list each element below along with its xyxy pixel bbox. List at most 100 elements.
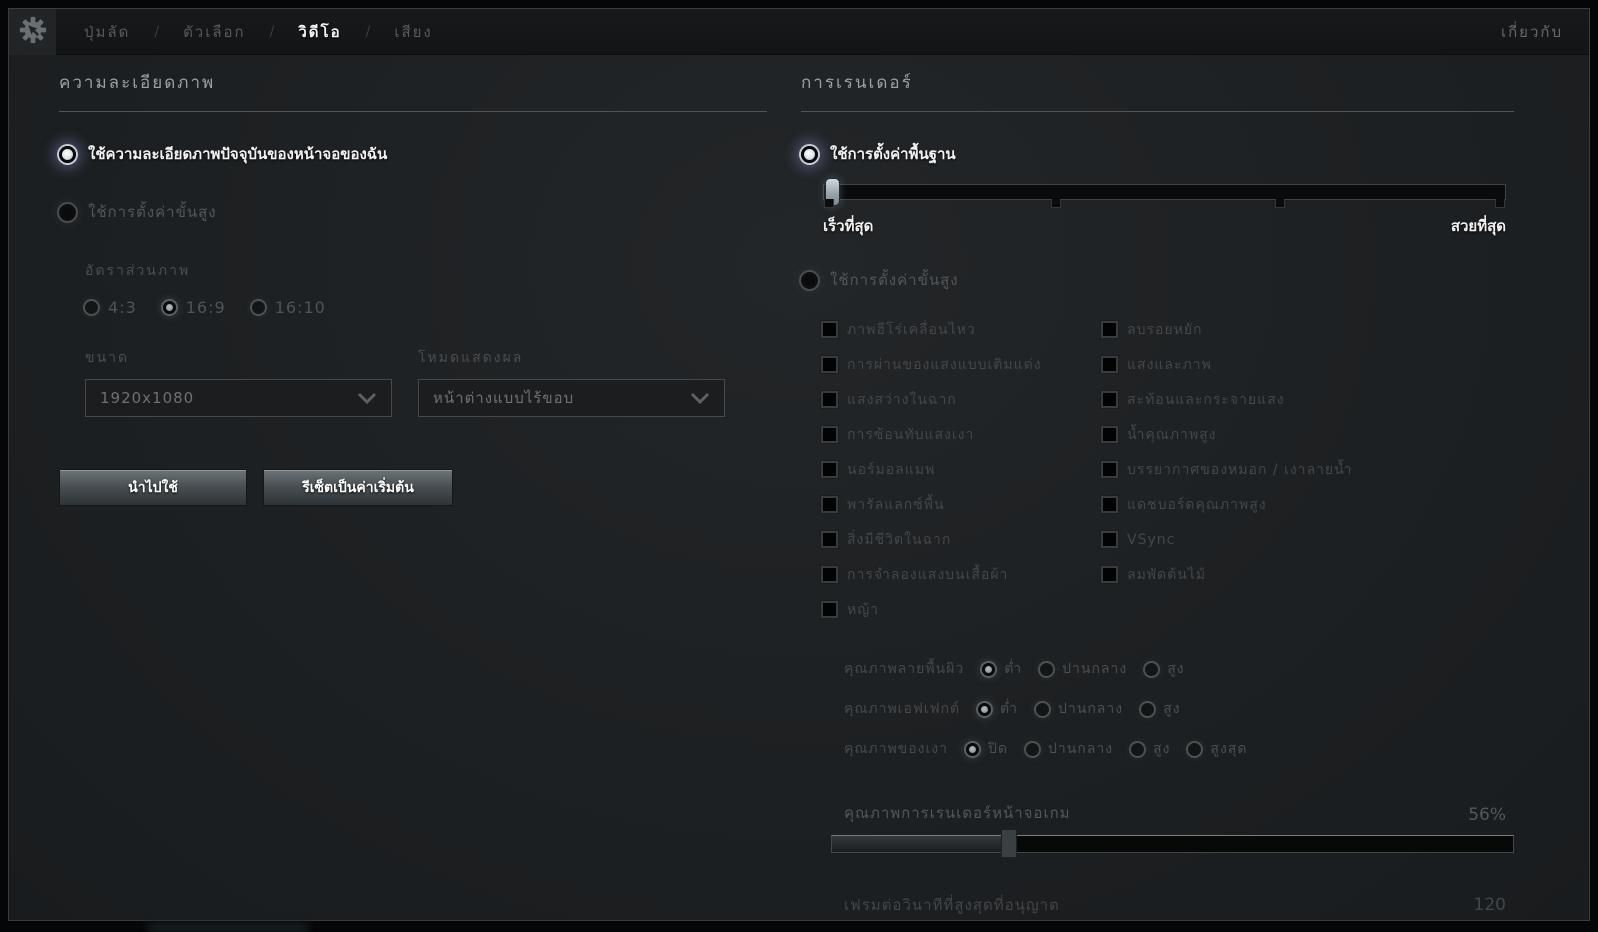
use-advanced-rendering-radio-row[interactable]: ใช้การตั้งค่าขั้นสูง bbox=[801, 268, 1514, 292]
aspect-option[interactable]: 16:9 bbox=[162, 298, 226, 317]
advanced-options-grid: ภาพฮีโร่เคลื่อนไหว การผ่านของแสงแบบเติมแต… bbox=[821, 312, 1514, 627]
radio-unselected-icon[interactable] bbox=[801, 271, 818, 289]
reset-defaults-button[interactable]: รีเซ็ตเป็นค่าเริ่มต้น bbox=[263, 469, 453, 506]
checkbox-unchecked-icon[interactable] bbox=[1101, 321, 1118, 338]
use-advanced-resolution-radio-row[interactable]: ใช้การตั้งค่าขั้นสูง bbox=[59, 200, 767, 224]
advanced-option-row[interactable]: พารัลแลกซ์พื้น bbox=[821, 487, 1101, 522]
render-quality-value: 56% bbox=[1468, 805, 1506, 825]
aspect-option[interactable]: 4:3 bbox=[85, 298, 137, 317]
quality-option[interactable]: ปิด bbox=[965, 738, 1008, 760]
radio-unselected-icon[interactable] bbox=[1036, 702, 1049, 716]
render-quality-slider-handle[interactable] bbox=[1001, 829, 1018, 858]
apply-button[interactable]: นำไปใช้ bbox=[59, 469, 247, 506]
gear-cursor-icon bbox=[18, 15, 48, 49]
advanced-option-row[interactable]: การซ้อนทับแสงเงา bbox=[821, 417, 1101, 452]
fastest-label: เร็วที่สุด bbox=[823, 217, 874, 235]
quality-option[interactable]: สูง bbox=[1131, 738, 1170, 760]
quality-option[interactable]: สูงสุด bbox=[1188, 738, 1247, 760]
checkbox-unchecked-icon[interactable] bbox=[1101, 426, 1118, 443]
radio-unselected-icon[interactable] bbox=[1188, 742, 1202, 756]
display-mode-dropdown-value: หน้าต่างแบบไร้ขอบ bbox=[433, 389, 575, 407]
quality-option[interactable]: ต่ำ bbox=[978, 698, 1018, 720]
tab-4[interactable]: เสียง bbox=[394, 20, 432, 44]
aspect-option[interactable]: 16:10 bbox=[251, 298, 326, 317]
radio-unselected-icon[interactable] bbox=[1025, 742, 1039, 756]
checkbox-unchecked-icon[interactable] bbox=[1101, 566, 1118, 583]
radio-unselected-icon[interactable] bbox=[1131, 742, 1145, 756]
resolution-dropdown-row: ขนาด 1920x1080 โหมดแสดงผล หน้าต่างแบบไร้… bbox=[85, 347, 767, 417]
tab-2[interactable]: ตัวเลือก bbox=[183, 20, 246, 44]
advanced-option-row[interactable]: VSync bbox=[1101, 522, 1353, 557]
radio-unselected-icon[interactable] bbox=[59, 203, 76, 221]
use-current-resolution-radio-row[interactable]: ใช้ความละเอียดภาพปัจจุบันของหน้าจอของฉัน bbox=[59, 142, 767, 166]
quality-speed-slider[interactable] bbox=[823, 178, 1506, 208]
about-link[interactable]: เกี่ยวกับ bbox=[1501, 20, 1563, 44]
quality-option[interactable]: ต่ำ bbox=[982, 658, 1022, 680]
checkbox-unchecked-icon[interactable] bbox=[821, 531, 838, 548]
tab-1[interactable]: ปุ่มลัด bbox=[84, 20, 130, 44]
advanced-option-label: พารัลแลกซ์พื้น bbox=[847, 496, 945, 513]
advanced-option-row[interactable]: หญ้า bbox=[821, 592, 1101, 627]
advanced-option-row[interactable]: สะท้อนและกระจายแสง bbox=[1101, 382, 1353, 417]
quality-row-label: คุณภาพของเงา bbox=[844, 741, 948, 757]
radio-selected-icon[interactable] bbox=[162, 301, 176, 314]
tab-3[interactable]: วิดีโอ bbox=[298, 20, 341, 44]
radio-unselected-icon[interactable] bbox=[1141, 702, 1155, 716]
checkbox-unchecked-icon[interactable] bbox=[1101, 461, 1118, 478]
checkbox-unchecked-icon[interactable] bbox=[1101, 356, 1118, 373]
checkbox-unchecked-icon[interactable] bbox=[821, 461, 838, 478]
advanced-option-row[interactable]: น้ำคุณภาพสูง bbox=[1101, 417, 1353, 452]
checkbox-unchecked-icon[interactable] bbox=[1101, 391, 1118, 408]
advanced-option-label: VSync bbox=[1127, 531, 1176, 548]
advanced-option-label: ลมพัดต้นไม้ bbox=[1127, 566, 1207, 583]
radio-selected-icon[interactable] bbox=[982, 662, 996, 676]
quality-option[interactable]: ปานกลาง bbox=[1036, 698, 1123, 720]
advanced-option-row[interactable]: แดชบอร์ดคุณภาพสูง bbox=[1101, 487, 1353, 522]
checkbox-unchecked-icon[interactable] bbox=[821, 566, 838, 583]
use-basic-rendering-radio-row[interactable]: ใช้การตั้งค่าพื้นฐาน bbox=[801, 142, 1514, 166]
quality-option[interactable]: สูง bbox=[1145, 658, 1184, 680]
advanced-option-label: หญ้า bbox=[847, 601, 880, 618]
advanced-option-row[interactable]: บรรยากาศของหมอก / เงาลายน้ำ bbox=[1101, 452, 1353, 487]
advanced-option-row[interactable]: แสงสว่างในฉาก bbox=[821, 382, 1101, 417]
checkbox-unchecked-icon[interactable] bbox=[1101, 531, 1118, 548]
checkbox-unchecked-icon[interactable] bbox=[821, 321, 838, 338]
advanced-option-row[interactable]: การผ่านของแสงแบบเติมแต่ง bbox=[821, 347, 1101, 382]
quality-option[interactable]: ปานกลาง bbox=[1040, 658, 1127, 680]
display-mode-dropdown[interactable]: หน้าต่างแบบไร้ขอบ bbox=[418, 379, 725, 417]
max-fps-row: เฟรมต่อวินาทีที่สูงสุดที่อนุญาต 120 bbox=[844, 893, 1506, 917]
advanced-option-row[interactable]: การจำลองแสงบนเสื้อผ้า bbox=[821, 557, 1101, 592]
quality-option[interactable]: ปานกลาง bbox=[1025, 738, 1113, 760]
checkbox-unchecked-icon[interactable] bbox=[821, 356, 838, 373]
chevron-down-icon bbox=[690, 389, 710, 408]
advanced-option-label: บรรยากาศของหมอก / เงาลายน้ำ bbox=[1127, 461, 1353, 478]
checkbox-unchecked-icon[interactable] bbox=[821, 601, 838, 618]
quality-option-label: ต่ำ bbox=[1004, 661, 1023, 677]
checkbox-unchecked-icon[interactable] bbox=[821, 426, 838, 443]
settings-gear-tile[interactable] bbox=[9, 8, 56, 55]
radio-unselected-icon[interactable] bbox=[85, 301, 98, 314]
checkbox-unchecked-icon[interactable] bbox=[821, 391, 838, 408]
slider-tick bbox=[1495, 199, 1505, 208]
quality-option-label: ปิด bbox=[987, 741, 1008, 757]
radio-selected-icon[interactable] bbox=[59, 145, 76, 163]
advanced-option-row[interactable]: แสงและภาพ bbox=[1101, 347, 1353, 382]
aspect-ratio-options: 4:3 16:9 16:10 bbox=[85, 298, 767, 317]
quality-option[interactable]: สูง bbox=[1141, 698, 1180, 720]
checkbox-unchecked-icon[interactable] bbox=[1101, 496, 1118, 513]
advanced-option-row[interactable]: ลมพัดต้นไม้ bbox=[1101, 557, 1353, 592]
size-dropdown[interactable]: 1920x1080 bbox=[85, 379, 392, 417]
render-quality-slider[interactable] bbox=[831, 829, 1514, 858]
radio-unselected-icon[interactable] bbox=[1145, 662, 1159, 676]
rendering-title: การเรนเดอร์ bbox=[801, 69, 1514, 112]
advanced-option-row[interactable]: สิ่งมีชีวิตในฉาก bbox=[821, 522, 1101, 557]
radio-selected-icon[interactable] bbox=[978, 702, 992, 716]
checkbox-unchecked-icon[interactable] bbox=[821, 496, 838, 513]
advanced-option-row[interactable]: ภาพฮีโร่เคลื่อนไหว bbox=[821, 312, 1101, 347]
advanced-option-row[interactable]: ลบรอยหยัก bbox=[1101, 312, 1353, 347]
radio-unselected-icon[interactable] bbox=[251, 301, 265, 314]
advanced-option-row[interactable]: นอร์มอลแมพ bbox=[821, 452, 1101, 487]
radio-selected-icon[interactable] bbox=[965, 742, 979, 756]
radio-unselected-icon[interactable] bbox=[1040, 662, 1054, 676]
radio-selected-icon[interactable] bbox=[801, 145, 818, 163]
